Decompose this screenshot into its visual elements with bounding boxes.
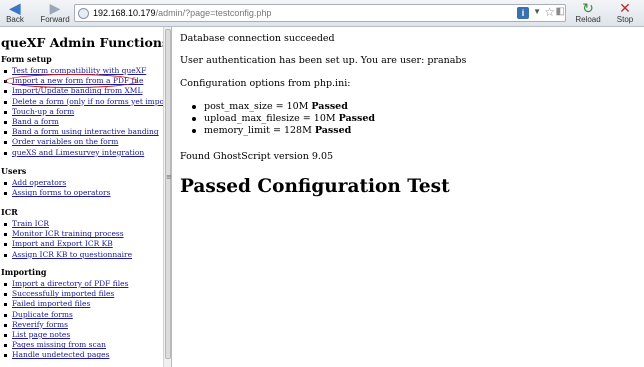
frame-splitter-grip-icon[interactable]: ≡ xyxy=(166,174,172,181)
list-item: Touch-up a form xyxy=(4,107,163,117)
list-item: Import a directory of PDF files xyxy=(4,279,128,289)
config-item-status: Passed xyxy=(338,113,376,124)
section-heading-importing: Importing xyxy=(1,267,47,277)
stop-label: Stop xyxy=(616,15,634,24)
list-item: Assign ICR KB to questionnaire xyxy=(4,250,132,260)
list-item: Order variables on the form xyxy=(4,137,163,147)
section-heading-form-setup: Form setup xyxy=(1,54,52,64)
back-arrow-icon: ◀ xyxy=(9,0,21,16)
config-item: upload_max_filesize = 10M Passed xyxy=(192,113,375,125)
link-quexs-limesurvey[interactable]: queXS and Limesurvey integration xyxy=(12,148,144,157)
list-item: Add operators xyxy=(4,178,110,188)
list-item: Monitor ICR training process xyxy=(4,229,132,239)
section-heading-icr: ICR xyxy=(1,207,18,217)
db-connection-message: Database connection succeeded xyxy=(180,33,335,44)
history-dropdown-icon[interactable]: ▼ xyxy=(533,7,541,16)
back-button[interactable]: ◀ Back xyxy=(4,1,26,24)
link-assign-icr[interactable]: Assign ICR KB to questionnaire xyxy=(12,250,132,259)
forward-label: Forward xyxy=(40,15,70,24)
link-delete-form[interactable]: Delete a form (only if no forms yet impo… xyxy=(12,97,163,106)
list-item: Successfully imported files xyxy=(4,289,128,299)
link-band-form[interactable]: Band a form xyxy=(12,117,59,126)
list-item: Delete a form (only if no forms yet impo… xyxy=(4,97,163,107)
config-item: post_max_size = 10M Passed xyxy=(192,101,375,113)
link-import-directory[interactable]: Import a directory of PDF files xyxy=(12,279,128,288)
address-bar[interactable]: 192.168.10.179/admin/?page=testconfig.ph… xyxy=(74,4,566,22)
list-item: Pages missing from scan xyxy=(4,340,128,350)
result-heading: Passed Configuration Test xyxy=(180,176,450,197)
config-options-list: post_max_size = 10M Passed upload_max_fi… xyxy=(192,101,375,137)
list-item: Band a form xyxy=(4,117,163,127)
config-item-text: upload_max_filesize = 10M xyxy=(204,113,336,124)
url-path: /admin/?page=testconfig.php xyxy=(155,8,272,18)
page-globe-icon xyxy=(78,8,89,19)
link-list-page-notes[interactable]: List page notes xyxy=(12,330,70,339)
list-item: Handle undetected pages xyxy=(4,350,128,360)
reload-icon: ↻ xyxy=(582,0,594,16)
forward-arrow-icon: ▶ xyxy=(49,0,61,16)
list-item: Reverify forms xyxy=(4,320,128,330)
back-label: Back xyxy=(6,15,24,24)
link-monitor-icr[interactable]: Monitor ICR training process xyxy=(12,229,124,238)
link-assign-forms[interactable]: Assign forms to operators xyxy=(12,188,110,197)
users-list: Add operators Assign forms to operators xyxy=(4,178,110,198)
ghostscript-message: Found GhostScript version 9.05 xyxy=(180,151,334,162)
list-item: queXS and Limesurvey integration xyxy=(4,148,163,158)
link-train-icr[interactable]: Train ICR xyxy=(12,219,49,228)
icr-list: Train ICR Monitor ICR training process I… xyxy=(4,219,132,260)
url-text[interactable]: 192.168.10.179/admin/?page=testconfig.ph… xyxy=(93,8,271,18)
list-item: Train ICR xyxy=(4,219,132,229)
reload-button[interactable]: ↻ Reload xyxy=(573,1,603,24)
list-item: Failed imported files xyxy=(4,299,128,309)
list-item: Assign forms to operators xyxy=(4,188,110,198)
reload-label: Reload xyxy=(575,15,601,24)
url-host: 192.168.10.179 xyxy=(93,8,156,18)
config-item-text: memory_limit = 128M xyxy=(204,125,312,136)
link-touch-up-form[interactable]: Touch-up a form xyxy=(12,107,74,116)
link-duplicate-forms[interactable]: Duplicate forms xyxy=(12,310,73,319)
list-item: Duplicate forms xyxy=(4,310,128,320)
stop-button[interactable]: ✕ Stop xyxy=(614,1,636,24)
importing-list: Import a directory of PDF files Successf… xyxy=(4,279,128,361)
section-heading-users: Users xyxy=(1,166,27,176)
link-order-variables[interactable]: Order variables on the form xyxy=(12,137,118,146)
info-icon[interactable]: i xyxy=(517,7,529,19)
list-item: Import and Export ICR KB xyxy=(4,239,132,249)
config-item-status: Passed xyxy=(314,125,352,136)
link-failed-imported[interactable]: Failed imported files xyxy=(12,299,90,308)
config-heading: Configuration options from php.ini: xyxy=(180,78,351,89)
browser-toolbar: ◀ Back ▶ Forward 192.168.10.179/admin/?p… xyxy=(0,0,644,27)
list-item: Import/Update banding from XML xyxy=(4,86,163,96)
link-interactive-banding[interactable]: Band a form using interactive banding xyxy=(12,127,159,136)
list-item: Band a form using interactive banding xyxy=(4,127,163,137)
forward-button[interactable]: ▶ Forward xyxy=(40,1,70,24)
stop-icon: ✕ xyxy=(619,0,631,16)
test-config-frame: Database connection succeeded User authe… xyxy=(180,27,640,367)
link-handle-undetected[interactable]: Handle undetected pages xyxy=(12,350,109,359)
link-pages-missing[interactable]: Pages missing from scan xyxy=(12,340,106,349)
link-successfully-imported[interactable]: Successfully imported files xyxy=(12,289,114,298)
config-item-status: Passed xyxy=(311,101,348,112)
scroll-thumb[interactable] xyxy=(165,29,171,359)
list-item: List page notes xyxy=(4,330,128,340)
auth-message: User authentication has been set up. You… xyxy=(180,55,467,66)
link-import-export-icr[interactable]: Import and Export ICR KB xyxy=(12,239,113,248)
admin-title: queXF Admin Functions xyxy=(1,35,163,50)
link-add-operators[interactable]: Add operators xyxy=(12,178,66,187)
link-reverify-forms[interactable]: Reverify forms xyxy=(12,320,68,329)
extension-icon[interactable]: ◧ xyxy=(556,6,565,17)
left-frame-scrollbar[interactable] xyxy=(163,27,172,367)
admin-menu-frame: queXF Admin Functions Form setup Test fo… xyxy=(0,27,163,367)
highlight-annotation xyxy=(5,74,138,88)
config-item-text: post_max_size = 10M xyxy=(204,101,309,112)
bookmark-star-icon[interactable]: ☆ xyxy=(544,5,555,19)
config-item: memory_limit = 128M Passed xyxy=(192,125,375,137)
